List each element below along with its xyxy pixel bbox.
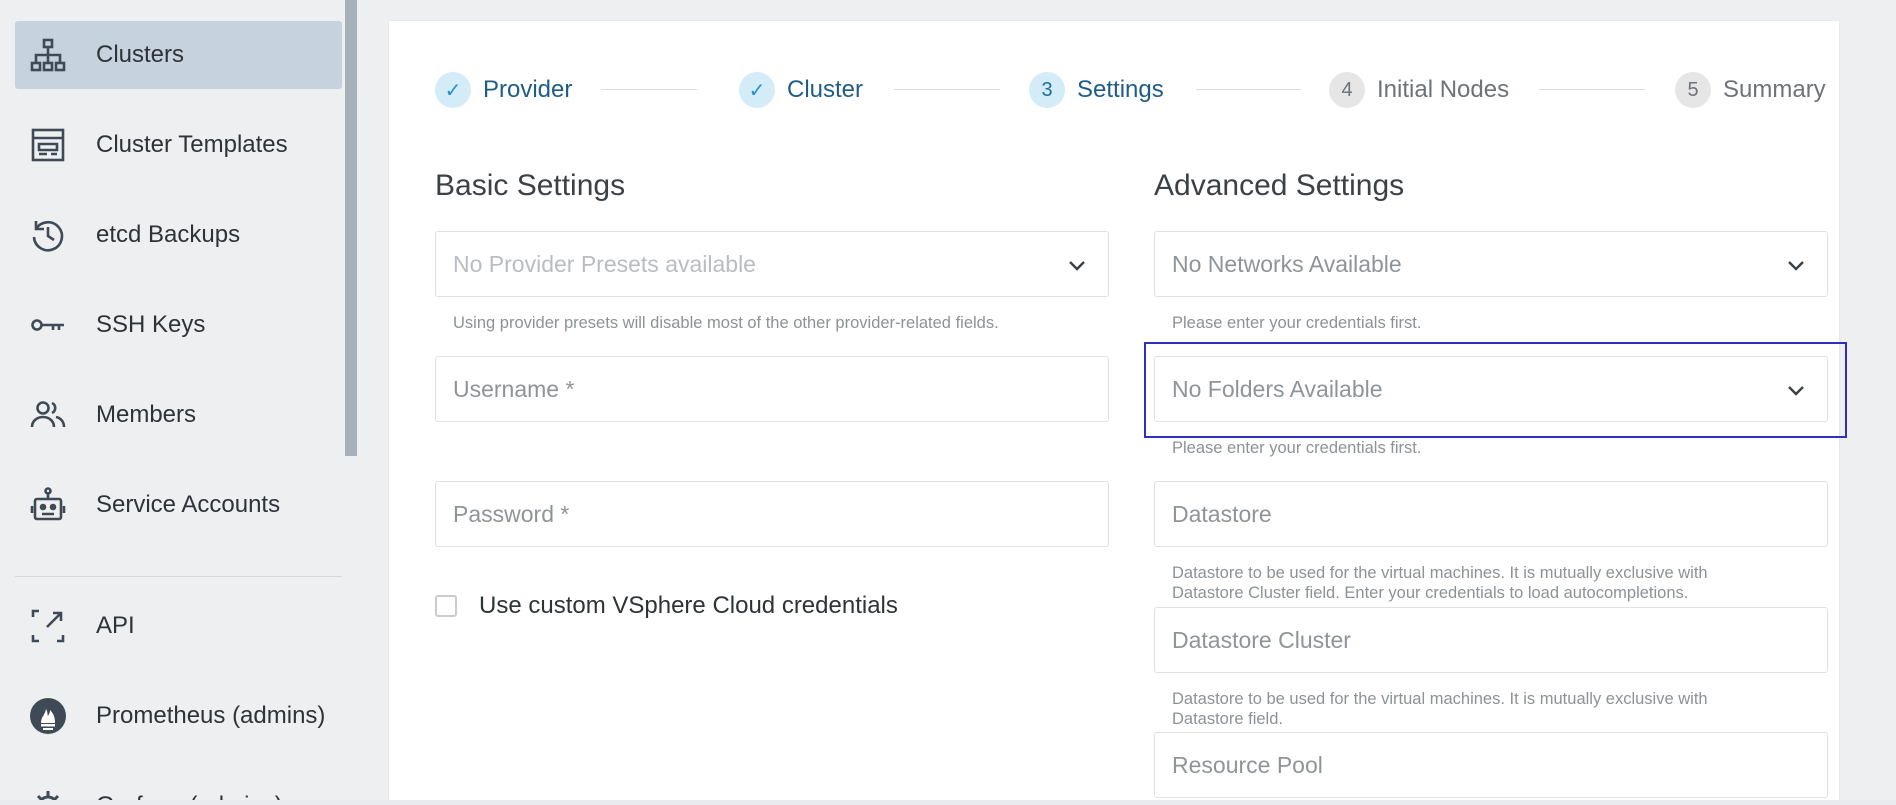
external-link-icon <box>28 606 68 646</box>
sidebar: Clusters Cluster Templates etcd Backups … <box>0 0 360 805</box>
step-label: Cluster <box>787 76 864 103</box>
step-connector <box>1196 89 1301 90</box>
step-number: 3 <box>1029 72 1065 108</box>
step-initial-nodes[interactable]: 4 Initial Nodes <box>1329 71 1509 109</box>
sidebar-item-prometheus[interactable]: Prometheus (admins) <box>15 682 342 750</box>
check-icon: ✓ <box>739 72 775 108</box>
step-connector <box>601 89 697 90</box>
custom-credentials-label[interactable]: Use custom VSphere Cloud credentials <box>479 592 898 620</box>
datastore-cluster-hint-line-1: Datastore to be used for the virtual mac… <box>1172 690 1708 708</box>
sidebar-item-label: API <box>96 612 135 639</box>
sidebar-item-members[interactable]: Members <box>15 381 342 449</box>
provider-preset-select[interactable]: No Provider Presets available <box>435 231 1109 297</box>
sidebar-item-clusters[interactable]: Clusters <box>15 21 342 89</box>
datastore-field[interactable]: Datastore <box>1154 481 1828 547</box>
preset-placeholder: No Provider Presets available <box>453 251 756 277</box>
step-number: 5 <box>1675 72 1711 108</box>
step-label: Provider <box>483 76 573 103</box>
wizard-card: ✓ Provider ✓ Cluster 3 Settings 4 Initia… <box>389 21 1839 805</box>
networks-select[interactable]: No Networks Available <box>1154 231 1828 297</box>
chevron-down-icon <box>1788 261 1804 271</box>
datastore-cluster-placeholder: Datastore Cluster <box>1172 627 1351 653</box>
sidebar-item-label: Members <box>96 401 197 428</box>
datastore-cluster-hint-line-2: Datastore field. <box>1172 710 1283 728</box>
people-icon <box>28 395 68 435</box>
sidebar-item-label: etcd Backups <box>96 221 241 248</box>
password-placeholder: Password * <box>453 501 570 527</box>
step-label: Initial Nodes <box>1377 76 1510 103</box>
sidebar-item-label: SSH Keys <box>96 311 206 338</box>
basic-settings-title: Basic Settings <box>435 169 626 202</box>
datastore-hint-line-2: Datastore Cluster field. Enter your cred… <box>1172 584 1689 602</box>
sidebar-scrollbar[interactable] <box>345 0 357 456</box>
check-icon: ✓ <box>435 72 471 108</box>
key-icon <box>28 305 68 345</box>
username-field[interactable]: Username * <box>435 356 1109 422</box>
sidebar-item-label: Prometheus (admins) <box>96 702 326 729</box>
preset-hint: Using provider presets will disable most… <box>453 314 999 332</box>
networks-placeholder: No Networks Available <box>1172 251 1402 277</box>
sidebar-item-service-accounts[interactable]: Service Accounts <box>15 471 342 539</box>
password-field[interactable]: Password * <box>435 481 1109 547</box>
robot-icon <box>28 485 68 525</box>
history-icon <box>28 215 68 255</box>
networks-hint: Please enter your credentials first. <box>1172 314 1422 332</box>
bottom-edge <box>0 800 1896 805</box>
sidebar-item-label: Clusters <box>96 41 185 68</box>
step-label: Settings <box>1077 76 1164 103</box>
sidebar-item-label: Cluster Templates <box>96 131 288 158</box>
resource-pool-field[interactable]: Resource Pool <box>1154 732 1828 798</box>
step-label: Summary <box>1723 76 1826 103</box>
step-provider[interactable]: ✓ Provider <box>435 71 572 109</box>
sidebar-item-ssh-keys[interactable]: SSH Keys <box>15 291 342 359</box>
folders-select[interactable]: No Folders Available <box>1154 356 1828 422</box>
sidebar-item-etcd-backups[interactable]: etcd Backups <box>15 201 342 269</box>
advanced-settings-title: Advanced Settings <box>1154 169 1405 202</box>
sidebar-item-cluster-templates[interactable]: Cluster Templates <box>15 111 342 179</box>
resource-pool-placeholder: Resource Pool <box>1172 752 1323 778</box>
template-icon <box>28 125 68 165</box>
folders-placeholder: No Folders Available <box>1172 376 1383 402</box>
step-connector <box>1539 89 1645 90</box>
datastore-cluster-field[interactable]: Datastore Cluster <box>1154 607 1828 673</box>
sitemap-icon <box>28 35 68 75</box>
custom-credentials-checkbox[interactable] <box>435 595 457 617</box>
step-number: 4 <box>1329 72 1365 108</box>
username-placeholder: Username * <box>453 376 575 402</box>
step-summary[interactable]: 5 Summary <box>1675 71 1826 109</box>
sidebar-item-api[interactable]: API <box>15 592 342 660</box>
folders-hint: Please enter your credentials first. <box>1172 439 1422 457</box>
sidebar-item-label: Service Accounts <box>96 491 281 518</box>
datastore-hint-line-1: Datastore to be used for the virtual mac… <box>1172 564 1708 582</box>
chevron-down-icon <box>1069 261 1085 271</box>
step-cluster[interactable]: ✓ Cluster <box>739 71 863 109</box>
sidebar-divider <box>15 576 342 577</box>
chevron-down-icon <box>1788 386 1804 396</box>
prometheus-icon <box>28 696 68 736</box>
datastore-placeholder: Datastore <box>1172 501 1272 527</box>
step-settings[interactable]: 3 Settings <box>1029 71 1164 109</box>
custom-credentials-row[interactable]: Use custom VSphere Cloud credentials <box>435 592 898 620</box>
step-connector <box>894 89 1000 90</box>
